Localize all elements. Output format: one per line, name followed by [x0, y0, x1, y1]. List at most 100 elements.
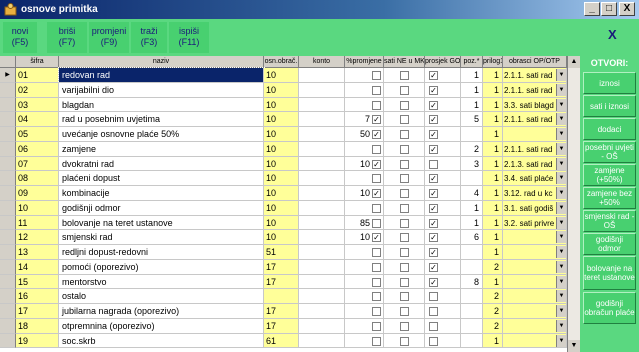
row-selector[interactable]: [0, 333, 16, 349]
pct-checkbox[interactable]: [372, 262, 381, 272]
cell-pct[interactable]: [345, 245, 384, 260]
cell-poz[interactable]: [461, 171, 483, 186]
row-selector[interactable]: [0, 97, 16, 113]
dropdown-arrow-icon[interactable]: ▼: [556, 113, 566, 126]
cell-naziv[interactable]: zamjene: [59, 141, 264, 157]
cell-obrasci[interactable]: ▼: [503, 230, 567, 245]
cell-osn-obrac[interactable]: 10: [264, 97, 299, 113]
dropdown-arrow-icon[interactable]: ▼: [556, 128, 566, 140]
row-selector[interactable]: [0, 274, 16, 290]
row-selector[interactable]: [0, 141, 16, 157]
godisnji-odmor-button[interactable]: godišnji odmor: [583, 233, 636, 255]
cell-konto[interactable]: [299, 245, 345, 260]
cell-obrasci[interactable]: 3.4. sati plaće ▼: [503, 171, 567, 186]
grid-scrollbar[interactable]: ▲ ▼: [567, 56, 580, 352]
cell-prilog[interactable]: 1: [483, 141, 503, 157]
cell-obrasci[interactable]: ▼: [503, 274, 567, 290]
cell-naziv[interactable]: mentorstvo: [59, 274, 264, 290]
cell-sifra[interactable]: 09: [16, 186, 59, 201]
cell-naziv[interactable]: jubilarna nagrada (oporezivo): [59, 304, 264, 319]
sati-ne-checkbox[interactable]: [400, 336, 409, 346]
cell-konto[interactable]: [299, 186, 345, 201]
pct-checkbox[interactable]: ✓: [372, 189, 381, 198]
cell-konto[interactable]: [299, 171, 345, 186]
sati-ne-checkbox[interactable]: [400, 248, 409, 257]
print-button[interactable]: ispiši (F11): [169, 22, 209, 53]
cell-sati-ne[interactable]: [384, 112, 425, 127]
cell-sifra[interactable]: 01: [16, 68, 59, 83]
cell-sifra[interactable]: 02: [16, 82, 59, 98]
cell-prilog[interactable]: 1: [483, 112, 503, 127]
cell-poz[interactable]: 4: [461, 186, 483, 201]
table-row[interactable]: 04 rad u posebnim uvjetima 10 7 ✓ ✓ 5 1 2.1.1. s…: [0, 112, 567, 127]
cell-konto[interactable]: [299, 304, 345, 319]
prosjek-checkbox[interactable]: ✓: [429, 130, 438, 139]
sati-ne-checkbox[interactable]: [400, 321, 409, 331]
cell-pct[interactable]: 10 ✓: [345, 156, 384, 172]
table-row[interactable]: 10 godišnji odmor 10 ✓ 1 1 3.1. sati godiš ▼: [0, 200, 567, 216]
cell-pct[interactable]: [345, 171, 384, 186]
cell-naziv[interactable]: plaćeni dopust: [59, 171, 264, 186]
cell-poz[interactable]: 6: [461, 230, 483, 245]
cell-sifra[interactable]: 06: [16, 141, 59, 157]
sati-ne-checkbox[interactable]: [400, 233, 409, 243]
prosjek-checkbox[interactable]: [429, 292, 438, 302]
cell-sifra[interactable]: 04: [16, 112, 59, 127]
prosjek-checkbox[interactable]: ✓: [429, 262, 438, 272]
scroll-down-arrow-icon[interactable]: ▼: [568, 340, 580, 352]
cell-sifra[interactable]: 17: [16, 304, 59, 319]
close-form-button[interactable]: X: [608, 27, 617, 42]
cell-prilog[interactable]: 1: [483, 274, 503, 290]
cell-pct[interactable]: 85: [345, 215, 384, 231]
close-window-button[interactable]: X: [619, 2, 635, 16]
cell-sifra[interactable]: 11: [16, 215, 59, 231]
cell-osn-obrac[interactable]: 10: [264, 127, 299, 142]
cell-sifra[interactable]: 12: [16, 230, 59, 245]
pct-checkbox[interactable]: [372, 144, 381, 154]
cell-prosjek[interactable]: [425, 333, 461, 349]
pct-checkbox[interactable]: [372, 218, 381, 228]
cell-obrasci[interactable]: 3.1. sati godiš ▼: [503, 200, 567, 216]
cell-naziv[interactable]: smjenski rad: [59, 230, 264, 245]
dropdown-arrow-icon[interactable]: ▼: [556, 260, 566, 273]
cell-naziv[interactable]: otpremnina (oporezivo): [59, 318, 264, 334]
cell-sifra[interactable]: 03: [16, 97, 59, 113]
cell-prosjek[interactable]: [425, 304, 461, 319]
table-row[interactable]: 09 kombinacije 10 10 ✓ ✓ 4 1 3.12. rad u kc ▼: [0, 186, 567, 201]
row-selector[interactable]: [0, 289, 16, 304]
change-button[interactable]: promjeni (F9): [89, 22, 129, 53]
prosjek-checkbox[interactable]: ✓: [429, 189, 438, 198]
dropdown-arrow-icon[interactable]: ▼: [556, 157, 566, 170]
cell-prilog[interactable]: 1: [483, 97, 503, 113]
sati-ne-checkbox[interactable]: [400, 174, 409, 184]
prosjek-checkbox[interactable]: ✓: [429, 174, 438, 184]
cell-pct[interactable]: [345, 259, 384, 275]
pct-checkbox[interactable]: ✓: [372, 159, 381, 169]
cell-sifra[interactable]: 08: [16, 171, 59, 186]
prosjek-checkbox[interactable]: [429, 159, 438, 169]
cell-osn-obrac[interactable]: 17: [264, 259, 299, 275]
prosjek-checkbox[interactable]: ✓: [429, 71, 438, 80]
cell-obrasci[interactable]: ▼: [503, 127, 567, 142]
cell-obrasci[interactable]: 2.1.1. sati rad ▼: [503, 112, 567, 127]
row-selector[interactable]: [0, 82, 16, 98]
zamjene-bez-50-button[interactable]: zamjene bez +50%: [583, 187, 636, 209]
pct-checkbox[interactable]: ✓: [372, 233, 381, 243]
cell-prosjek[interactable]: [425, 318, 461, 334]
sati-ne-checkbox[interactable]: [400, 130, 409, 139]
cell-naziv[interactable]: dvokratni rad: [59, 156, 264, 172]
cell-naziv[interactable]: pomoći (oporezivo): [59, 259, 264, 275]
cell-sati-ne[interactable]: [384, 200, 425, 216]
cell-poz[interactable]: 8: [461, 274, 483, 290]
cell-osn-obrac[interactable]: 10: [264, 230, 299, 245]
cell-sati-ne[interactable]: [384, 127, 425, 142]
pct-checkbox[interactable]: [372, 248, 381, 257]
cell-prilog[interactable]: 1: [483, 215, 503, 231]
prosjek-checkbox[interactable]: ✓: [429, 233, 438, 243]
sati-ne-checkbox[interactable]: [400, 71, 409, 80]
table-row[interactable]: 15 mentorstvo 17 ✓ 8 1 ▼: [0, 274, 567, 290]
cell-prosjek[interactable]: ✓: [425, 112, 461, 127]
cell-sati-ne[interactable]: [384, 141, 425, 157]
cell-prilog[interactable]: 1: [483, 127, 503, 142]
cell-poz[interactable]: [461, 127, 483, 142]
